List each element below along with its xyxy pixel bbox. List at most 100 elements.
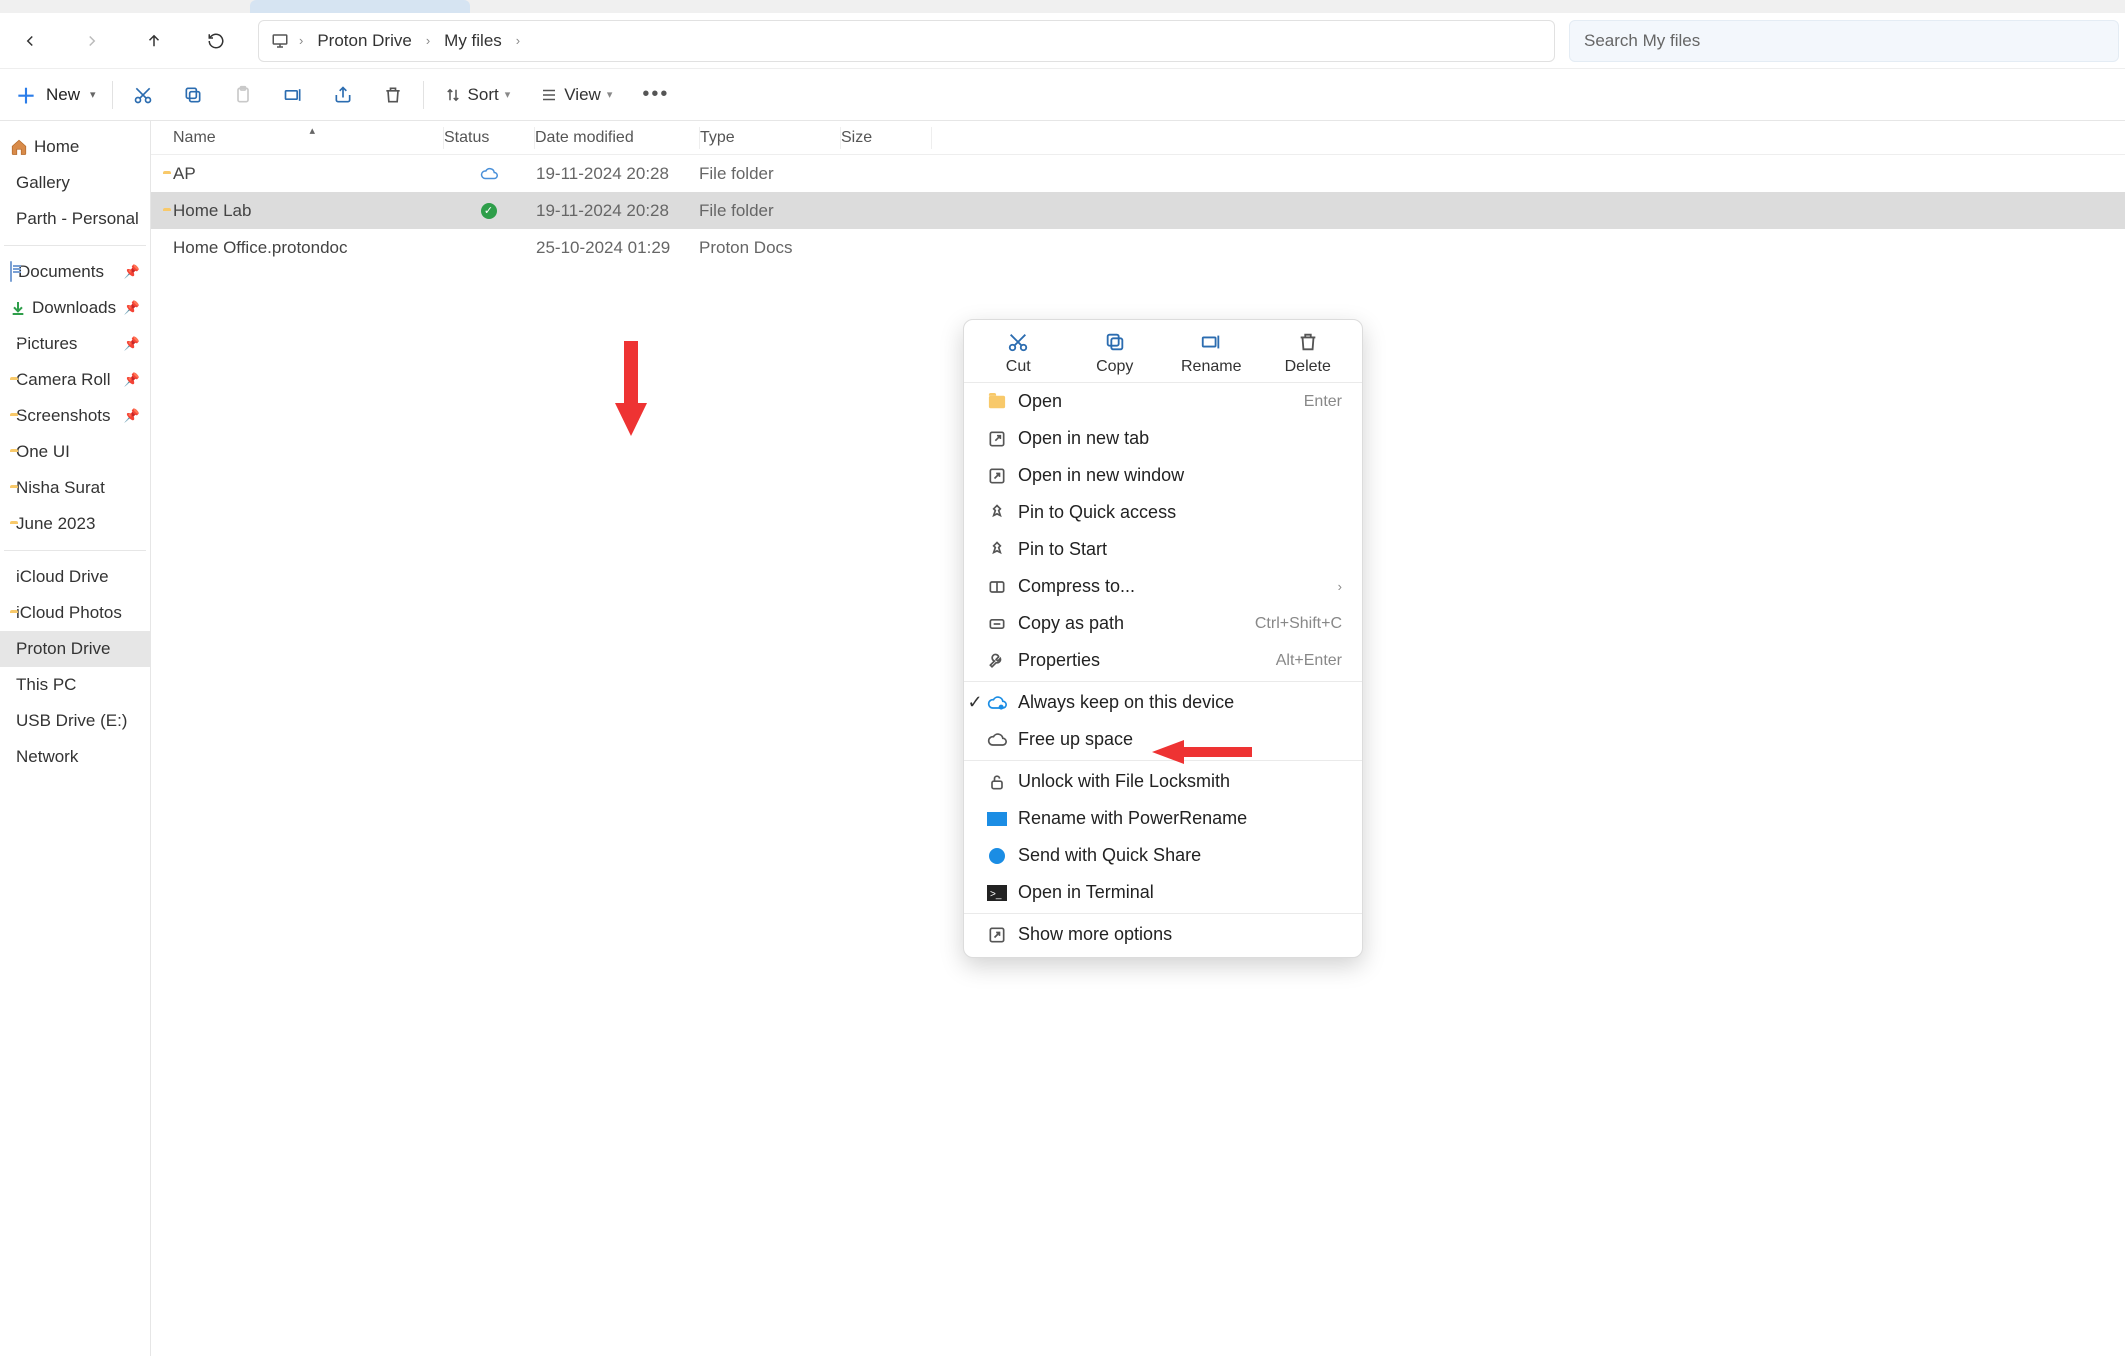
share-button[interactable] <box>319 75 367 115</box>
context-item[interactable]: Pin to Start <box>964 531 1362 568</box>
title-bar <box>0 0 2125 13</box>
file-type: File folder <box>699 164 840 184</box>
pin-icon: 📌 <box>124 300 140 316</box>
context-item[interactable]: Show more options <box>964 916 1362 953</box>
column-header-name[interactable]: Name ▴ <box>151 129 443 147</box>
address-bar[interactable]: › Proton Drive › My files › <box>258 20 1555 62</box>
sidebar-item[interactable]: Camera Roll📌 <box>0 362 150 398</box>
forward-button[interactable] <box>68 17 116 65</box>
sidebar-item[interactable]: Documents📌 <box>0 254 150 290</box>
sidebar-item[interactable]: This PC <box>0 667 150 703</box>
newwin-icon <box>986 466 1008 486</box>
cut-icon <box>1007 330 1029 354</box>
context-item-label: Copy as path <box>1018 613 1124 634</box>
column-header-date[interactable]: Date modified <box>535 129 699 147</box>
sidebar-item[interactable]: Gallery <box>0 165 150 201</box>
breadcrumb-item[interactable]: Proton Drive <box>313 29 415 53</box>
sidebar-item[interactable]: USB Drive (E:) <box>0 703 150 739</box>
sidebar-item[interactable]: Screenshots📌 <box>0 398 150 434</box>
cut-button[interactable] <box>119 75 167 115</box>
sort-button[interactable]: Sort ▾ <box>430 75 525 115</box>
context-item[interactable]: Open in new window <box>964 457 1362 494</box>
file-type: Proton Docs <box>699 238 840 258</box>
new-button[interactable]: ＋ New ▾ <box>6 74 106 115</box>
file-row[interactable]: Home Lab✓19-11-2024 20:28File folder <box>151 192 2125 229</box>
file-date: 19-11-2024 20:28 <box>534 164 699 184</box>
rename-button[interactable] <box>269 75 317 115</box>
context-copy-button[interactable]: Copy <box>1075 330 1155 376</box>
context-delete-button[interactable]: Delete <box>1268 330 1348 376</box>
file-row[interactable]: Home Office.protondoc25-10-2024 01:29Pro… <box>151 229 2125 266</box>
sort-indicator-icon: ▴ <box>309 124 315 137</box>
delete-button[interactable] <box>369 75 417 115</box>
context-item-label: Pin to Start <box>1018 539 1107 560</box>
column-header-size[interactable]: Size <box>841 129 931 147</box>
chevron-down-icon: ▾ <box>505 88 511 101</box>
sidebar-item[interactable]: Proton Drive <box>0 631 150 667</box>
refresh-button[interactable] <box>192 17 240 65</box>
context-item[interactable]: Copy as pathCtrl+Shift+C <box>964 605 1362 642</box>
sidebar-item[interactable]: Pictures📌 <box>0 326 150 362</box>
context-item[interactable]: Pin to Quick access <box>964 494 1362 531</box>
chevron-right-icon: › <box>516 33 520 48</box>
rename-icon <box>1200 330 1222 354</box>
breadcrumb-item[interactable]: My files <box>440 29 506 53</box>
sidebar-item-label: Nisha Surat <box>16 478 105 498</box>
context-cut-button[interactable]: Cut <box>978 330 1058 376</box>
context-item[interactable]: ✓Always keep on this device <box>964 684 1362 721</box>
back-button[interactable] <box>6 17 54 65</box>
context-item[interactable]: Unlock with File Locksmith <box>964 763 1362 800</box>
sidebar-item-label: Screenshots <box>16 406 111 426</box>
sidebar-item[interactable]: Parth - Personal <box>0 201 150 237</box>
nav-toolbar: › Proton Drive › My files › Search My fi… <box>0 13 2125 69</box>
context-item[interactable]: Send with Quick Share <box>964 837 1362 874</box>
copy-button[interactable] <box>169 75 217 115</box>
copy-icon <box>1104 330 1126 354</box>
sidebar-item[interactable]: Nisha Surat <box>0 470 150 506</box>
more-button[interactable]: ••• <box>628 75 683 115</box>
shortcut-label: Enter <box>1304 393 1342 411</box>
context-item[interactable]: Rename with PowerRename <box>964 800 1362 837</box>
lock-icon <box>986 772 1008 792</box>
zip-icon <box>986 577 1008 597</box>
context-item[interactable]: Open Enter <box>964 383 1362 420</box>
sidebar-item[interactable]: iCloud Photos <box>0 595 150 631</box>
column-header-type[interactable]: Type <box>700 129 840 147</box>
sidebar-item[interactable]: Network <box>0 739 150 775</box>
active-tab[interactable] <box>250 0 470 13</box>
paste-button[interactable] <box>219 75 267 115</box>
sidebar-item-label: iCloud Photos <box>16 603 122 623</box>
path-icon <box>986 614 1008 634</box>
context-item[interactable]: >_Open in Terminal <box>964 874 1362 911</box>
context-item-label: Pin to Quick access <box>1018 502 1176 523</box>
file-row[interactable]: AP 19-11-2024 20:28File folder <box>151 155 2125 192</box>
context-item-label: Open <box>1018 391 1062 412</box>
up-button[interactable] <box>130 17 178 65</box>
cloud-keep-icon <box>986 693 1008 713</box>
sidebar-item[interactable]: Downloads📌 <box>0 290 150 326</box>
file-name: Home Lab <box>173 201 251 221</box>
sidebar-item[interactable]: Home <box>0 129 150 165</box>
sidebar-item[interactable]: iCloud Drive <box>0 559 150 595</box>
search-input[interactable]: Search My files <box>1569 20 2119 62</box>
chevron-down-icon: ▾ <box>607 88 613 101</box>
context-rename-button[interactable]: Rename <box>1171 330 1251 376</box>
command-toolbar: ＋ New ▾ Sort ▾ View ▾ ••• <box>0 69 2125 121</box>
sidebar-item-label: One UI <box>16 442 70 462</box>
column-header-status[interactable]: Status <box>444 129 534 147</box>
pin-icon: 📌 <box>124 372 140 388</box>
sidebar-item-label: Network <box>16 747 78 767</box>
view-button[interactable]: View ▾ <box>526 75 626 115</box>
sidebar-item-label: iCloud Drive <box>16 567 109 587</box>
context-item[interactable]: Free up space <box>964 721 1362 758</box>
sidebar-item-label: Parth - Personal <box>16 209 139 229</box>
sidebar-item[interactable]: June 2023 <box>0 506 150 542</box>
monitor-icon <box>271 32 289 50</box>
context-item[interactable]: Open in new tab <box>964 420 1362 457</box>
sidebar-item[interactable]: One UI <box>0 434 150 470</box>
sidebar-item-label: Gallery <box>16 173 70 193</box>
context-item-label: Send with Quick Share <box>1018 845 1201 866</box>
context-item[interactable]: PropertiesAlt+Enter <box>964 642 1362 679</box>
file-name: AP <box>173 164 196 184</box>
context-item[interactable]: Compress to...› <box>964 568 1362 605</box>
